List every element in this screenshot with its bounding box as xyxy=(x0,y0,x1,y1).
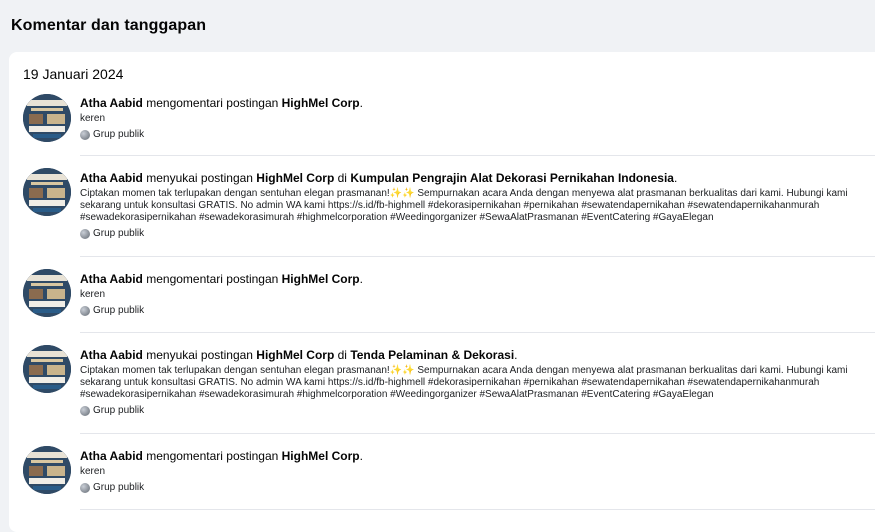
activity-item[interactable]: Atha Aabid mengomentari postingan HighMe… xyxy=(9,257,875,333)
post-owner[interactable]: HighMel Corp xyxy=(282,272,360,286)
post-thumbnail[interactable] xyxy=(23,446,71,494)
activity-item[interactable]: Atha Aabid mengomentari postingan HighMe… xyxy=(9,434,875,510)
activity-headline[interactable]: Atha Aabid mengomentari postingan HighMe… xyxy=(80,95,875,111)
activity-item[interactable]: Atha Aabid menyukai postingan HighMel Co… xyxy=(9,333,875,434)
headline-end: . xyxy=(514,348,518,362)
globe-icon xyxy=(80,228,90,239)
post-thumbnail[interactable] xyxy=(23,94,71,142)
activity-verb: mengomentari postingan xyxy=(142,96,282,110)
group-name[interactable]: Tenda Pelaminan & Dekorasi xyxy=(350,348,514,362)
headline-end: . xyxy=(359,272,363,286)
post-thumbnail[interactable] xyxy=(23,168,71,216)
post-text: Ciptakan momen tak terlupakan dengan sen… xyxy=(80,365,851,400)
actor-name[interactable]: Atha Aabid xyxy=(80,272,143,286)
post-text: Ciptakan momen tak terlupakan dengan sen… xyxy=(80,188,851,223)
headline-end: . xyxy=(359,449,363,463)
audience-label: Grup publik xyxy=(80,305,875,316)
activity-verb: mengomentari postingan xyxy=(142,272,282,286)
activity-headline[interactable]: Atha Aabid mengomentari postingan HighMe… xyxy=(80,448,875,464)
audience-label: Grup publik xyxy=(80,129,875,140)
activity-text: Atha Aabid menyukai postingan HighMel Co… xyxy=(80,170,875,239)
activity-item[interactable]: Atha Aabid menyukai postingan HighMel Co… xyxy=(9,156,875,257)
page-title: Komentar dan tanggapan xyxy=(11,17,207,34)
globe-icon xyxy=(80,405,90,416)
activity-verb: menyukai postingan xyxy=(142,171,257,185)
post-thumbnail[interactable] xyxy=(23,269,71,317)
actor-name[interactable]: Atha Aabid xyxy=(80,96,143,110)
audience-text: Grup publik xyxy=(93,228,145,239)
audience-label: Grup publik xyxy=(80,405,875,416)
comment-text: keren xyxy=(80,466,106,477)
actor-name[interactable]: Atha Aabid xyxy=(80,449,143,463)
actor-name[interactable]: Atha Aabid xyxy=(80,171,143,185)
post-owner[interactable]: HighMel Corp xyxy=(282,96,360,110)
connector: di xyxy=(334,171,351,185)
audience-text: Grup publik xyxy=(93,305,145,316)
activity-headline[interactable]: Atha Aabid menyukai postingan HighMel Co… xyxy=(80,170,875,186)
activity-panel: 19 Januari 2024 Atha Aabid mengomentari … xyxy=(9,52,875,532)
activity-headline[interactable]: Atha Aabid menyukai postingan HighMel Co… xyxy=(80,347,875,363)
activity-text: Atha Aabid menyukai postingan HighMel Co… xyxy=(80,347,875,416)
activity-text: Atha Aabid mengomentari postingan HighMe… xyxy=(80,271,875,316)
audience-text: Grup publik xyxy=(93,129,145,140)
post-owner[interactable]: HighMel Corp xyxy=(256,171,334,185)
activity-verb: mengomentari postingan xyxy=(142,449,282,463)
globe-icon xyxy=(80,482,90,493)
headline-end: . xyxy=(673,171,678,185)
audience-label: Grup publik xyxy=(80,228,875,239)
globe-icon xyxy=(80,129,90,140)
actor-name[interactable]: Atha Aabid xyxy=(80,348,143,362)
activity-headline[interactable]: Atha Aabid mengomentari postingan HighMe… xyxy=(80,271,875,287)
group-name[interactable]: Kumpulan Pengrajin Alat Dekorasi Pernika… xyxy=(350,171,674,185)
globe-icon xyxy=(80,305,90,316)
divider xyxy=(80,509,875,510)
post-owner[interactable]: HighMel Corp xyxy=(256,348,334,362)
headline-end: . xyxy=(359,96,363,110)
audience-text: Grup publik xyxy=(93,405,145,416)
connector: di xyxy=(334,348,351,362)
activity-text: Atha Aabid mengomentari postingan HighMe… xyxy=(80,95,875,140)
date-header: 19 Januari 2024 xyxy=(23,66,124,82)
post-thumbnail[interactable] xyxy=(23,345,71,393)
audience-text: Grup publik xyxy=(93,482,145,493)
audience-label: Grup publik xyxy=(80,482,875,493)
activity-verb: menyukai postingan xyxy=(142,348,257,362)
comment-text: keren xyxy=(80,113,106,124)
post-owner[interactable]: HighMel Corp xyxy=(282,449,360,463)
comment-text: keren xyxy=(80,289,106,300)
activity-item[interactable]: Atha Aabid mengomentari postingan HighMe… xyxy=(9,90,875,156)
activity-text: Atha Aabid mengomentari postingan HighMe… xyxy=(80,448,875,493)
